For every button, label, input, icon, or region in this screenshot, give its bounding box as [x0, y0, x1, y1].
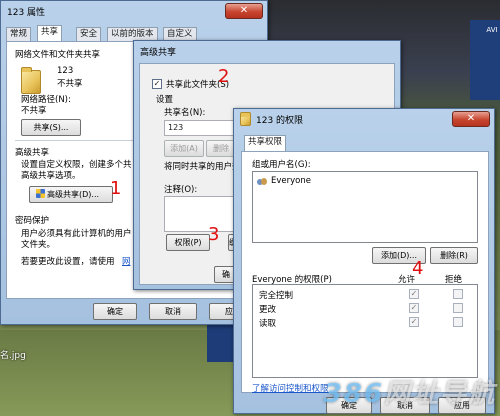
advanced-sharing-desc-2: 高级共享选项。	[21, 171, 81, 181]
allow-checkbox[interactable]: ✓	[409, 303, 419, 313]
comment-input[interactable]	[164, 196, 234, 232]
user-limit-label: 将同时共享的用户数	[164, 162, 241, 172]
share-folder-checkbox[interactable]: ✓	[152, 79, 162, 89]
network-sharing-center-link[interactable]: 网	[122, 255, 131, 267]
folder-icon	[21, 67, 41, 94]
divider	[15, 140, 135, 141]
user-list-item-name: Everyone	[271, 176, 311, 186]
permissions-window: 123 的权限 ✕ 共享权限 组或用户名(G): Everyone 添加(D).…	[233, 108, 495, 414]
tab-customize[interactable]: 自定义	[163, 27, 197, 41]
tab-general[interactable]: 常规	[6, 27, 32, 41]
deny-checkbox[interactable]	[453, 303, 463, 313]
annotation-1: 1	[110, 178, 122, 199]
permission-row: 更改 ✓	[253, 302, 477, 315]
annotation-2: 2	[218, 66, 230, 87]
permission-name: 完全控制	[259, 291, 294, 301]
share-permissions-panel: 组或用户名(G): Everyone 添加(D)... 删除(R) Everyo…	[241, 151, 489, 394]
share-name-add-button[interactable]: 添加(A)	[164, 140, 204, 157]
advanced-sharing-button[interactable]: 高级共享(D)...	[29, 186, 113, 203]
share-name-input[interactable]: 123	[164, 120, 234, 136]
password-desc-3: 若要更改此设置，请使用	[21, 257, 115, 267]
annotation-3: 3	[208, 224, 220, 245]
properties-cancel-button[interactable]: 取消	[149, 303, 197, 320]
permission-row: 完全控制 ✓	[253, 288, 477, 301]
learn-access-control-link[interactable]: 了解访问控制和权限	[252, 382, 329, 394]
advanced-sharing-window-title: 高级共享	[140, 48, 177, 58]
properties-ok-button[interactable]: 确定	[93, 303, 137, 320]
permission-name: 读取	[259, 319, 277, 329]
shield-icon	[36, 189, 45, 198]
allow-checkbox[interactable]: ✓	[409, 317, 419, 327]
advanced-sharing-title: 高级共享	[15, 148, 50, 158]
user-list-item[interactable]: Everyone	[257, 176, 457, 188]
comment-label: 注释(O):	[164, 185, 198, 195]
watermark-text: 网址导航	[383, 379, 496, 409]
background-file-label: 名.jpg	[0, 351, 26, 361]
watermark: 386网址导航	[324, 373, 496, 410]
group-user-names-label: 组或用户名(G):	[252, 160, 311, 170]
permission-name: 更改	[259, 305, 277, 315]
password-desc-2: 文件夹。	[21, 240, 56, 250]
folder-share-status: 不共享	[57, 79, 83, 89]
permissions-remove-button[interactable]: 删除(R)	[430, 247, 478, 264]
settings-label: 设置	[156, 95, 174, 105]
permissions-title-folder-icon	[240, 112, 251, 126]
deny-checkbox[interactable]	[453, 289, 463, 299]
permissions-close-button[interactable]: ✕	[452, 111, 490, 127]
users-group-icon	[257, 177, 268, 187]
permission-row: 读取 ✓	[253, 316, 477, 329]
permissions-button[interactable]: 权限(P)	[166, 234, 210, 251]
share-button[interactable]: 共享(S)...	[21, 119, 81, 136]
watermark-digits: 386	[323, 379, 384, 409]
share-name-label: 共享名(N):	[164, 108, 206, 118]
background-logo: AVI	[486, 26, 498, 34]
tab-share-permissions[interactable]: 共享权限	[244, 135, 287, 151]
group-network-sharing-title: 网络文件和文件夹共享	[15, 50, 101, 60]
permissions-table: 完全控制 ✓ 更改 ✓ 读取 ✓	[252, 284, 478, 378]
tab-security[interactable]: 安全	[76, 27, 102, 41]
users-list[interactable]: Everyone	[252, 171, 478, 243]
folder-name: 123	[57, 66, 74, 76]
password-protection-title: 密码保护	[15, 216, 50, 226]
deny-checkbox[interactable]	[453, 317, 463, 327]
properties-close-button[interactable]: ✕	[225, 3, 263, 19]
annotation-4: 4	[412, 258, 424, 279]
network-path-value: 不共享	[21, 106, 47, 116]
tab-previous-versions[interactable]: 以前的版本	[107, 27, 158, 41]
advanced-sharing-button-label: 高级共享(D)...	[47, 190, 100, 199]
allow-checkbox[interactable]: ✓	[409, 289, 419, 299]
tab-sharing[interactable]: 共享	[37, 25, 63, 41]
share-name-remove-button[interactable]: 删除	[206, 140, 236, 157]
